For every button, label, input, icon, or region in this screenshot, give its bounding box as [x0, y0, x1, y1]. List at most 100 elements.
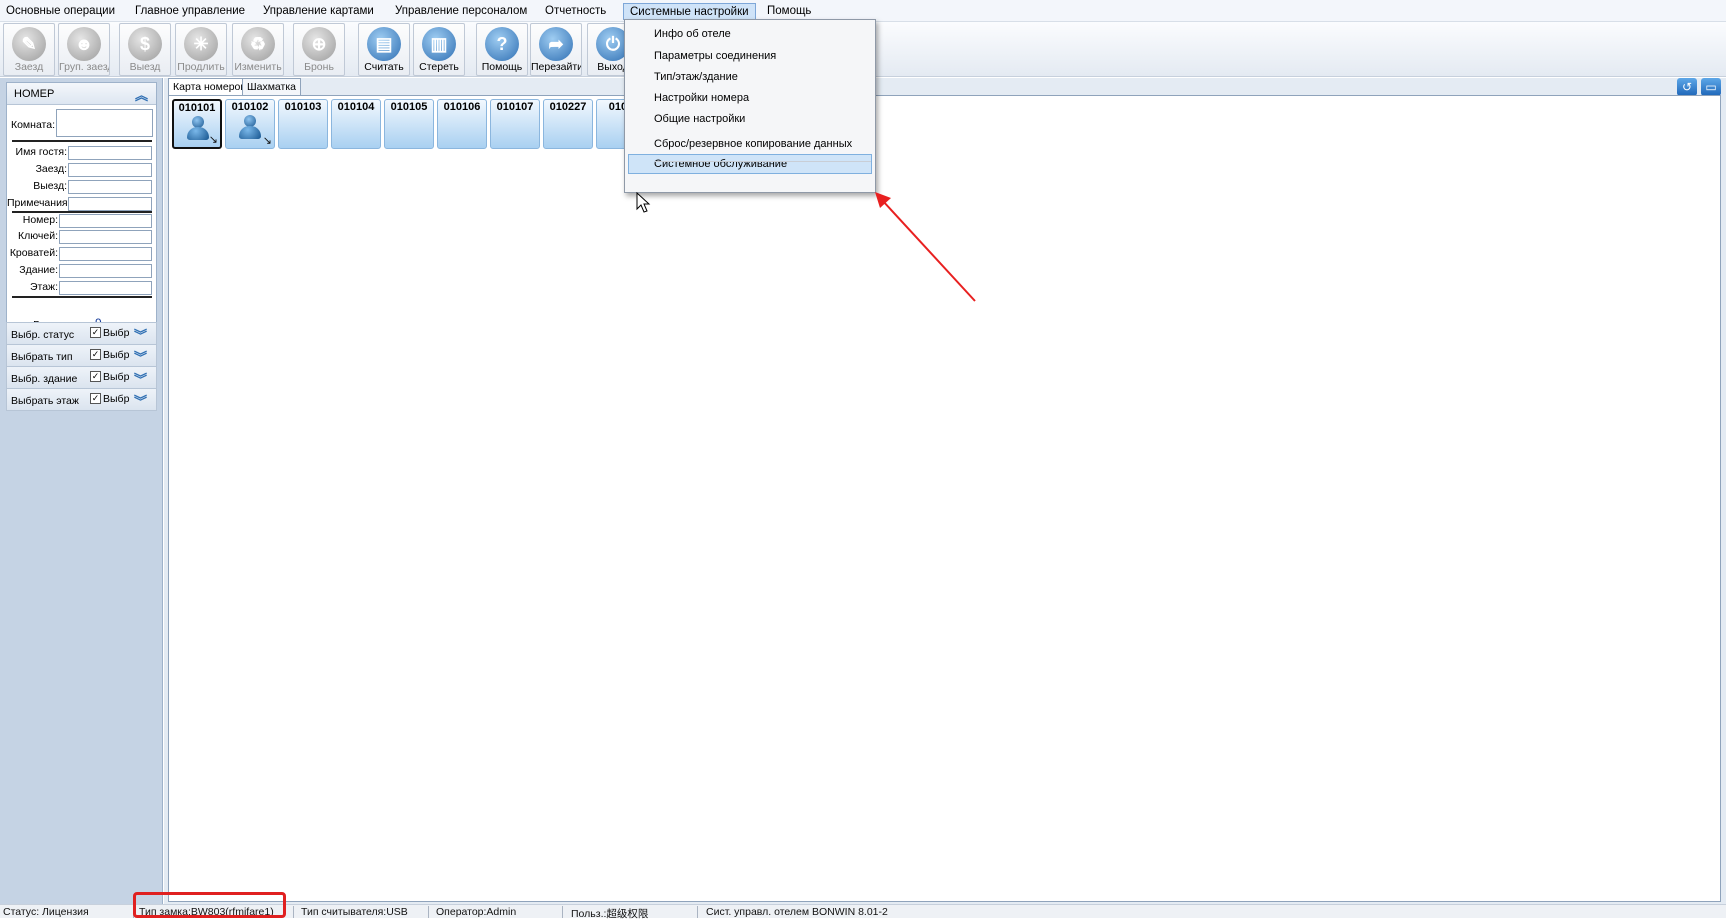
guest-field-1[interactable] — [68, 146, 152, 160]
room-number: 010104 — [337, 101, 375, 113]
guest-icon — [187, 116, 209, 140]
filter-row-3[interactable]: Выбр. здание ✓ Выбр ︾ — [6, 366, 157, 389]
filter-checkbox-label: Выбр — [103, 371, 130, 383]
toolbar-label: Заезд — [14, 61, 44, 73]
filter-checkbox[interactable]: ✓ — [90, 393, 101, 404]
expand-down-icon[interactable]: ︾ — [134, 369, 147, 388]
dropdown-item-3[interactable]: Тип/этаж/здание — [628, 67, 872, 87]
filter-label: Выбр. здание — [11, 373, 78, 385]
guest-icon — [239, 115, 261, 139]
room-info-panel: НОМЕР ︽ Комната: Имя гостя: Заезд: Выезд: Пр… — [6, 82, 157, 356]
room-field-2[interactable] — [59, 230, 152, 244]
room-tile[interactable]: 010104 — [331, 99, 381, 149]
field-label: Кроватей: — [9, 247, 58, 259]
dropdown-item-5[interactable]: Общие настройки — [628, 109, 872, 129]
field-label: Заезд: — [35, 163, 67, 175]
highlight-box — [133, 892, 286, 918]
toolbar-label: Продлить — [177, 61, 225, 73]
message-icon[interactable]: ▭ — [1701, 78, 1721, 96]
room-tile[interactable]: 010101 ↘ — [172, 99, 222, 149]
relogin-arrow-icon: ➦ — [539, 27, 573, 61]
filter-row-4[interactable]: Выбрать этаж ✓ Выбр ︾ — [6, 388, 157, 411]
expand-down-icon[interactable]: ︾ — [134, 325, 147, 344]
menu-7[interactable]: Помощь — [761, 3, 817, 20]
toolbar-button-6[interactable]: ⊕ Бронь — [293, 23, 345, 76]
toolbar-button-5[interactable]: ♻ Изменить — [232, 23, 284, 76]
toolbar-button-2[interactable]: ☻ Груп. заезд — [58, 23, 110, 76]
field-label: Выезд: — [33, 180, 67, 192]
filter-checkbox-label: Выбр — [103, 393, 130, 405]
toolbar-button-10[interactable]: ➦ Перезайти — [530, 23, 582, 76]
money-bag-icon: $ — [128, 27, 162, 61]
room-number: 010103 — [284, 101, 322, 113]
room-input[interactable] — [56, 109, 153, 137]
tab-room-map[interactable]: Карта номеров — [168, 78, 251, 96]
menu-5[interactable]: Отчетность — [539, 3, 612, 20]
guest-field-2[interactable] — [68, 163, 152, 177]
room-tile[interactable]: 010107 — [490, 99, 540, 149]
recycle-icon: ♻ — [241, 27, 275, 61]
mouse-cursor-icon — [636, 192, 651, 213]
room-field-5[interactable] — [59, 281, 152, 295]
help-icon: ? — [485, 27, 519, 61]
menu-2[interactable]: Главное управление — [129, 3, 251, 20]
divider — [12, 140, 152, 142]
filter-label: Выбрать тип — [11, 351, 73, 363]
guest-field-3[interactable] — [68, 180, 152, 194]
toolbar-label: Перезайти — [531, 61, 581, 73]
toolbar-button-7[interactable]: ▤ Считать — [358, 23, 410, 76]
room-tile[interactable]: 010227 — [543, 99, 593, 149]
toolbar-label: Помощь — [481, 61, 523, 73]
panel-title: НОМЕР — [14, 88, 55, 100]
field-label: Номер: — [22, 214, 58, 226]
collapse-up-icon[interactable]: ︽ — [135, 85, 148, 104]
field-label: Примечания: — [7, 197, 71, 209]
dropdown-item-4[interactable]: Настройки номера — [628, 88, 872, 108]
menu-6[interactable]: Системные настройки — [623, 3, 756, 20]
panel-header[interactable]: НОМЕР — [7, 83, 156, 105]
dropdown-divider — [655, 161, 871, 162]
filter-checkbox[interactable]: ✓ — [90, 349, 101, 360]
expand-down-icon[interactable]: ︾ — [134, 391, 147, 410]
menu-4[interactable]: Управление персоналом — [389, 3, 533, 20]
tab-chessboard[interactable]: Шахматка — [242, 78, 302, 96]
room-tile[interactable]: 010105 — [384, 99, 434, 149]
dropdown-item-6[interactable]: Сброс/резервное копирование данных — [628, 134, 872, 154]
toolbar-button-1[interactable]: ✎ Заезд — [3, 23, 55, 76]
divider — [12, 211, 152, 213]
checkin-arrow-icon: ↘ — [208, 134, 218, 146]
expand-down-icon[interactable]: ︾ — [134, 347, 147, 366]
status-license: Статус: Лицензия — [3, 906, 89, 918]
room-tile[interactable]: 010106 — [437, 99, 487, 149]
refresh-icon[interactable]: ↺ — [1677, 78, 1697, 96]
toolbar-button-8[interactable]: ▥ Стереть — [413, 23, 465, 76]
field-label: Комната: — [10, 119, 55, 131]
room-field-4[interactable] — [59, 264, 152, 278]
field-label: Ключей: — [18, 230, 58, 242]
filter-row-2[interactable]: Выбрать тип ✓ Выбр ︾ — [6, 344, 157, 367]
menu-1[interactable]: Основные операции — [0, 3, 121, 20]
filter-checkbox[interactable]: ✓ — [90, 371, 101, 382]
pen-icon: ✎ — [12, 27, 46, 61]
room-tile[interactable]: 010103 — [278, 99, 328, 149]
room-field-3[interactable] — [59, 247, 152, 261]
toolbar-button-9[interactable]: ? Помощь — [476, 23, 528, 76]
guest-field-4[interactable] — [68, 197, 152, 211]
toolbar-button-3[interactable]: $ Выезд — [119, 23, 171, 76]
dropdown-item-1[interactable]: Инфо об отеле — [628, 24, 872, 44]
toolbar-button-4[interactable]: ✳ Продлить — [175, 23, 227, 76]
filter-label: Выбрать этаж — [11, 395, 79, 407]
filter-checkbox[interactable]: ✓ — [90, 327, 101, 338]
dropdown-item-2[interactable]: Параметры соединения — [628, 46, 872, 66]
room-field-1[interactable] — [59, 214, 152, 228]
filter-row-1[interactable]: Выбр. статус ✓ Выбр ︾ — [6, 322, 157, 345]
sidebar: НОМЕР ︽ Комната: Имя гостя: Заезд: Выезд: Пр… — [0, 78, 163, 904]
field-label: Здание: — [19, 264, 58, 276]
menu-3[interactable]: Управление картами — [257, 3, 380, 20]
spinner-icon: ✳ — [184, 27, 218, 61]
status-user: Польз.:超级权限 — [571, 908, 649, 920]
room-tile[interactable]: 010102 ↘ — [225, 99, 275, 149]
toolbar-label: Стереть — [419, 61, 459, 73]
dropdown-item-7[interactable]: Системное обслуживание — [628, 154, 872, 174]
field-label: Этаж: — [29, 281, 58, 293]
